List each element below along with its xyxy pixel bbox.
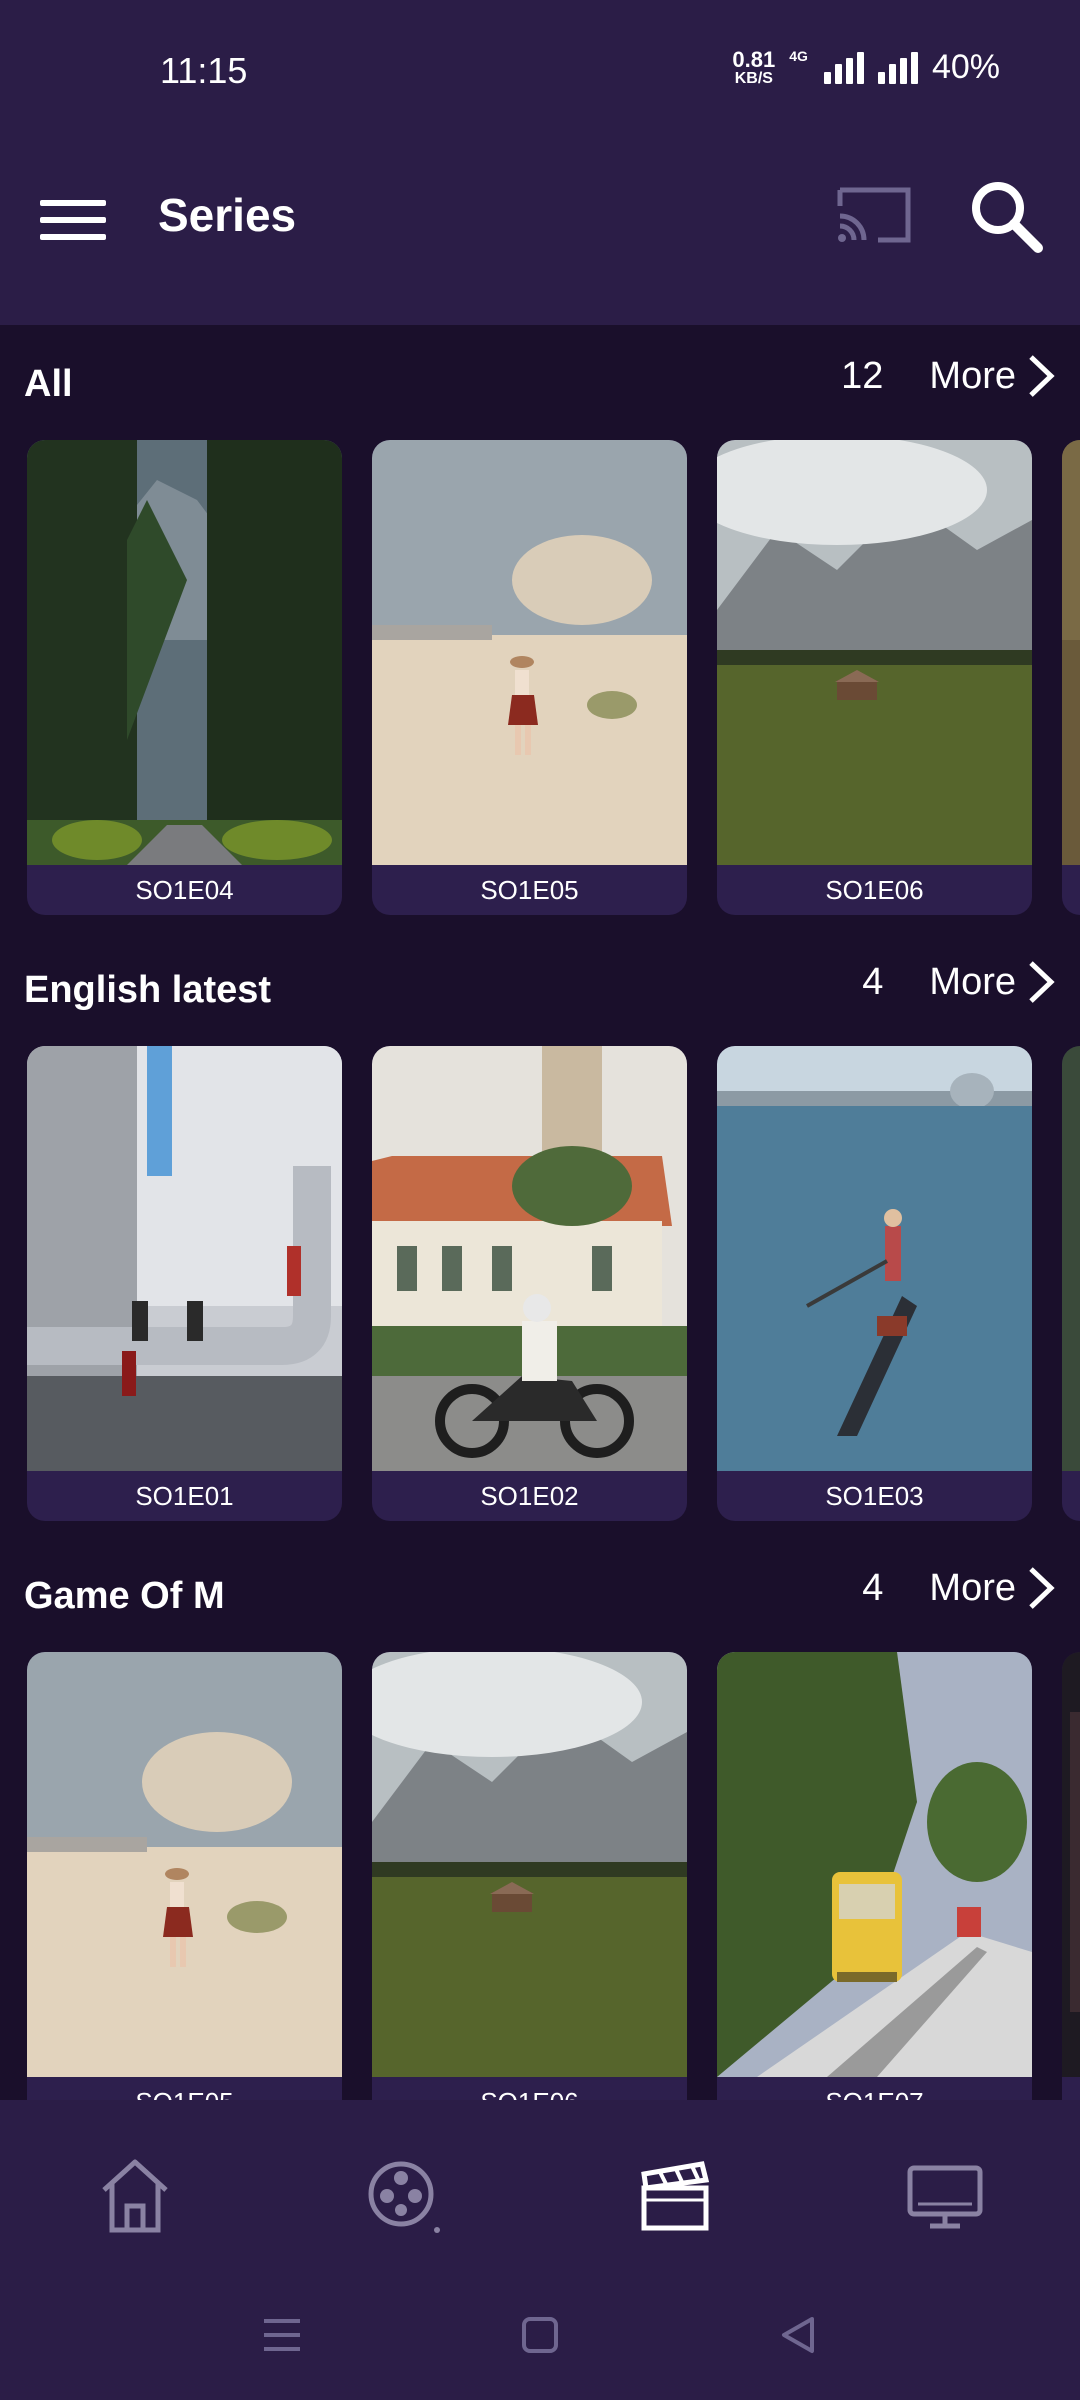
episode-caption: SO1E06 xyxy=(825,875,924,905)
episode-caption: SO1E06 xyxy=(372,2077,687,2100)
section-all: All 12 More SO1E04 SO1E05 SO1E06 xyxy=(0,325,1080,931)
section-title: All xyxy=(24,363,73,405)
episode-card[interactable]: SO1E06 xyxy=(372,1652,687,2100)
status-time: 11:15 xyxy=(160,50,248,91)
episode-card[interactable]: SO1E03 xyxy=(717,1046,1032,1521)
network-type: 4G xyxy=(789,48,808,64)
menu-icon[interactable] xyxy=(40,190,110,250)
episode-card[interactable]: SO1E02 xyxy=(372,1046,687,1521)
episode-caption: SO1E05 xyxy=(27,2077,342,2100)
episode-card-peek[interactable] xyxy=(1062,1046,1080,1521)
recents-icon[interactable] xyxy=(252,2305,312,2365)
thumbnail-concrete-building-people xyxy=(27,1046,342,1471)
home-square-icon[interactable] xyxy=(510,2305,570,2365)
thumbnail-peek xyxy=(1062,1652,1080,2077)
status-bar: 11:15 0.81 KB/S 4G 40% xyxy=(0,0,1080,140)
thumbnail-desert-woman xyxy=(372,440,687,865)
section-game-of-m: Game Of M 4 More SO1E05 xyxy=(0,1537,1080,2100)
card-row[interactable]: SO1E05 SO1E06 xyxy=(0,1652,1080,2100)
home-icon[interactable] xyxy=(90,2150,180,2240)
section-title: Game Of M xyxy=(24,1575,225,1617)
thumbnail-mountain-meadow xyxy=(717,440,1032,865)
page-title: Series xyxy=(158,189,297,241)
episode-card[interactable]: SO1E06 xyxy=(717,440,1032,915)
clapperboard-icon[interactable] xyxy=(630,2150,720,2240)
thumbnail-gondola-water xyxy=(717,1046,1032,1471)
network-speed: 0.81 KB/S xyxy=(732,46,776,87)
section-count: 4 xyxy=(862,960,884,1003)
cast-icon[interactable] xyxy=(834,180,914,250)
episode-card[interactable]: SO1E05 xyxy=(372,440,687,915)
more-label: More xyxy=(929,1566,1016,1609)
signal-icon-2 xyxy=(877,51,918,84)
network-speed-value: 0.81 xyxy=(732,46,776,72)
episode-card-peek[interactable] xyxy=(1062,1652,1080,2100)
chevron-right-icon xyxy=(1029,355,1055,397)
thumbnail-peek xyxy=(1062,1046,1080,1471)
episode-card[interactable]: SO1E05 xyxy=(27,1652,342,2100)
episode-caption: SO1E01 xyxy=(135,1481,234,1511)
more-label: More xyxy=(929,354,1016,397)
episode-caption: SO1E02 xyxy=(480,1481,579,1511)
section-english-latest: English latest 4 More SO1E01 SO1E02 SO1E… xyxy=(0,931,1080,1537)
section-count: 12 xyxy=(841,354,884,397)
thumbnail-motorcycle-street xyxy=(372,1046,687,1471)
section-count: 4 xyxy=(862,1566,884,1609)
episode-card-peek[interactable] xyxy=(1062,440,1080,915)
chevron-right-icon xyxy=(1029,961,1055,1003)
episode-card[interactable]: SO1E04 xyxy=(27,440,342,915)
episode-caption: SO1E07 xyxy=(717,2077,1032,2100)
section-more-button[interactable]: 4 More xyxy=(862,1565,1056,1611)
chevron-right-icon xyxy=(1029,1567,1055,1609)
episode-card[interactable]: SO1E07 xyxy=(717,1652,1032,2100)
section-more-button[interactable]: 12 More xyxy=(841,353,1056,399)
more-label: More xyxy=(929,960,1016,1003)
bottom-navigation xyxy=(0,2100,1080,2400)
app-bar: Series xyxy=(0,140,1080,325)
episode-caption: SO1E05 xyxy=(480,875,579,905)
back-icon[interactable] xyxy=(768,2305,828,2365)
card-row[interactable]: SO1E01 SO1E02 SO1E03 xyxy=(0,1046,1080,1521)
episode-caption: SO1E04 xyxy=(135,875,234,905)
thumbnail-mountain-meadow xyxy=(372,1652,687,2077)
network-speed-unit: KB/S xyxy=(734,69,773,87)
film-reel-icon[interactable] xyxy=(357,2150,447,2240)
card-row[interactable]: SO1E04 SO1E05 SO1E06 xyxy=(0,440,1080,915)
tv-icon[interactable] xyxy=(900,2150,990,2240)
thumbnail-peek xyxy=(1062,440,1080,865)
status-indicators: 0.81 KB/S 4G 40% xyxy=(732,48,1000,87)
series-content[interactable]: All 12 More SO1E04 SO1E05 SO1E06 English… xyxy=(0,325,1080,2100)
episode-caption: SO1E03 xyxy=(825,1481,924,1511)
section-title: English latest xyxy=(24,969,272,1011)
episode-card[interactable]: SO1E01 xyxy=(27,1046,342,1521)
section-more-button[interactable]: 4 More xyxy=(862,959,1056,1005)
battery-level: 40% xyxy=(931,48,1000,86)
search-icon[interactable] xyxy=(966,176,1046,256)
thumbnail-yellow-tram xyxy=(717,1652,1032,2077)
signal-icon xyxy=(823,51,864,84)
thumbnail-forest-road xyxy=(27,440,342,865)
thumbnail-desert-woman xyxy=(27,1652,342,2077)
